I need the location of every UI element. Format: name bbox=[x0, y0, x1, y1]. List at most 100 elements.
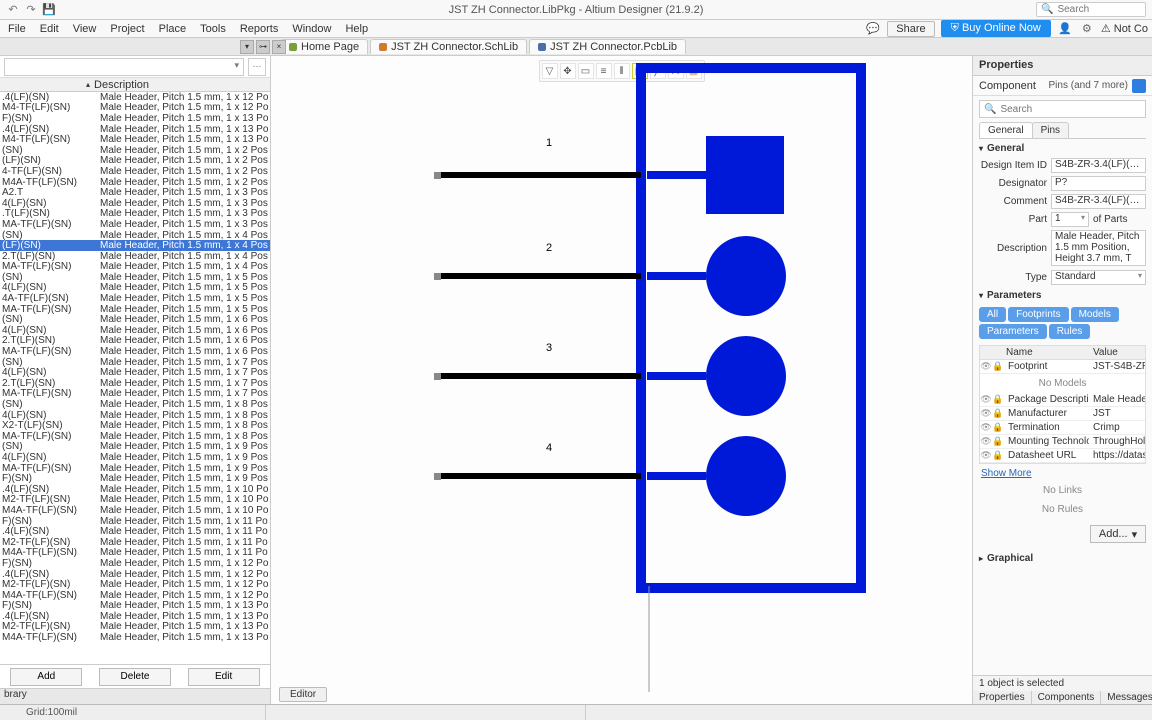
menu-reports[interactable]: Reports bbox=[240, 23, 279, 35]
menu-place[interactable]: Place bbox=[159, 23, 187, 35]
component-row[interactable]: 2.T(LF)(SN)Male Header, Pitch 1.5 mm, 1 … bbox=[0, 251, 270, 262]
component-row[interactable]: 4(LF)(SN)Male Header, Pitch 1.5 mm, 1 x … bbox=[0, 410, 270, 421]
component-row[interactable]: (SN)Male Header, Pitch 1.5 mm, 1 x 2 Pos… bbox=[0, 145, 270, 156]
pins-link[interactable]: Pins (and 7 more) bbox=[1049, 80, 1128, 91]
chat-icon[interactable]: 💬 bbox=[865, 21, 881, 37]
menu-edit[interactable]: Edit bbox=[40, 23, 59, 35]
parameter-row[interactable]: 👁🔒ManufacturerJST bbox=[980, 407, 1145, 421]
component-row[interactable]: 4-TF(LF)(SN)Male Header, Pitch 1.5 mm, 1… bbox=[0, 166, 270, 177]
delete-component-button[interactable]: Delete bbox=[99, 668, 171, 686]
pill-rules[interactable]: Rules bbox=[1049, 324, 1091, 339]
parameter-row[interactable]: 👁🔒Package DescriptionMale Header, bbox=[980, 393, 1145, 407]
component-row[interactable]: MA-TF(LF)(SN)Male Header, Pitch 1.5 mm, … bbox=[0, 304, 270, 315]
doc-tab-home[interactable]: Home Page bbox=[280, 39, 368, 54]
component-row[interactable]: .4(LF)(SN)Male Header, Pitch 1.5 mm, 1 x… bbox=[0, 484, 270, 495]
component-row[interactable]: .4(LF)(SN)Male Header, Pitch 1.5 mm, 1 x… bbox=[0, 124, 270, 135]
properties-search[interactable]: 🔍 bbox=[979, 100, 1146, 118]
section-parameters[interactable]: Parameters bbox=[979, 290, 1146, 301]
component-row[interactable]: (SN)Male Header, Pitch 1.5 mm, 1 x 7 Pos… bbox=[0, 357, 270, 368]
component-row[interactable]: MA-TF(LF)(SN)Male Header, Pitch 1.5 mm, … bbox=[0, 463, 270, 474]
menu-file[interactable]: File bbox=[8, 23, 26, 35]
component-row[interactable]: MA-TF(LF)(SN)Male Header, Pitch 1.5 mm, … bbox=[0, 262, 270, 273]
pill-models[interactable]: Models bbox=[1071, 307, 1119, 322]
component-row[interactable]: M4A-TF(LF)(SN)Male Header, Pitch 1.5 mm,… bbox=[0, 177, 270, 188]
component-row[interactable]: M2-TF(LF)(SN)Male Header, Pitch 1.5 mm, … bbox=[0, 495, 270, 506]
doc-tab-pcb[interactable]: JST ZH Connector.PcbLib bbox=[529, 39, 686, 54]
gear-icon[interactable]: ⚙ bbox=[1079, 21, 1095, 37]
component-row[interactable]: M4A-TF(LF)(SN)Male Header, Pitch 1.5 mm,… bbox=[0, 632, 270, 643]
component-row[interactable]: M4-TF(LF)(SN)Male Header, Pitch 1.5 mm, … bbox=[0, 103, 270, 114]
parameter-row[interactable]: 👁🔒TerminationCrimp bbox=[980, 421, 1145, 435]
editor-tab[interactable]: Editor bbox=[279, 687, 327, 702]
show-more-link[interactable]: Show More bbox=[981, 468, 1144, 479]
parameter-row[interactable]: 👁🔒Mounting TechnologyThroughHole bbox=[980, 435, 1145, 449]
parameter-row[interactable]: 👁🔒Datasheet URLhttps://datash bbox=[980, 449, 1145, 463]
component-row[interactable]: M2-TF(LF)(SN)Male Header, Pitch 1.5 mm, … bbox=[0, 622, 270, 633]
menu-help[interactable]: Help bbox=[345, 23, 368, 35]
component-filter-combo[interactable] bbox=[4, 58, 244, 76]
edit-component-button[interactable]: Edit bbox=[188, 668, 260, 686]
component-row[interactable]: 2.T(LF)(SN)Male Header, Pitch 1.5 mm, 1 … bbox=[0, 378, 270, 389]
component-row[interactable]: M4A-TF(LF)(SN)Male Header, Pitch 1.5 mm,… bbox=[0, 590, 270, 601]
component-row[interactable]: MA-TF(LF)(SN)Male Header, Pitch 1.5 mm, … bbox=[0, 346, 270, 357]
component-row[interactable]: .4(LF)(SN)Male Header, Pitch 1.5 mm, 1 x… bbox=[0, 569, 270, 580]
component-row[interactable]: .T(LF)(SN)Male Header, Pitch 1.5 mm, 1 x… bbox=[0, 209, 270, 220]
component-row[interactable]: (SN)Male Header, Pitch 1.5 mm, 1 x 4 Pos… bbox=[0, 230, 270, 241]
component-row[interactable]: F)(SN)Male Header, Pitch 1.5 mm, 1 x 9 P… bbox=[0, 473, 270, 484]
component-row[interactable]: F)(SN)Male Header, Pitch 1.5 mm, 1 x 13 … bbox=[0, 601, 270, 612]
component-row[interactable]: 2.T(LF)(SN)Male Header, Pitch 1.5 mm, 1 … bbox=[0, 336, 270, 347]
pill-parameters[interactable]: Parameters bbox=[979, 324, 1047, 339]
component-row[interactable]: 4A-TF(LF)(SN)Male Header, Pitch 1.5 mm, … bbox=[0, 293, 270, 304]
global-search[interactable]: 🔍 bbox=[1036, 2, 1146, 17]
panel-close-icon[interactable]: × bbox=[272, 40, 286, 54]
field-design-item-id[interactable]: S4B-ZR-3.4(LF)(SN) bbox=[1051, 158, 1146, 173]
field-type[interactable]: Standard bbox=[1051, 270, 1146, 285]
field-description[interactable]: Male Header, Pitch 1.5 mm Position, Heig… bbox=[1051, 230, 1146, 266]
redo-icon[interactable]: ↷ bbox=[24, 3, 38, 17]
component-row[interactable]: MA-TF(LF)(SN)Male Header, Pitch 1.5 mm, … bbox=[0, 431, 270, 442]
component-row[interactable]: F)(SN)Male Header, Pitch 1.5 mm, 1 x 12 … bbox=[0, 558, 270, 569]
save-icon[interactable]: 💾 bbox=[42, 3, 56, 17]
tab-pins[interactable]: Pins bbox=[1032, 122, 1069, 138]
panel-tab-components[interactable]: Components bbox=[1032, 691, 1102, 704]
component-row[interactable]: M2-TF(LF)(SN)Male Header, Pitch 1.5 mm, … bbox=[0, 579, 270, 590]
section-general[interactable]: General bbox=[979, 143, 1146, 154]
component-row[interactable]: MA-TF(LF)(SN)Male Header, Pitch 1.5 mm, … bbox=[0, 219, 270, 230]
component-row[interactable]: (LF)(SN)Male Header, Pitch 1.5 mm, 1 x 2… bbox=[0, 156, 270, 167]
parameter-row[interactable]: 👁🔒FootprintJST-S4B-ZR-… bbox=[980, 360, 1145, 374]
pill-footprints[interactable]: Footprints bbox=[1008, 307, 1068, 322]
component-row[interactable]: 4(LF)(SN)Male Header, Pitch 1.5 mm, 1 x … bbox=[0, 367, 270, 378]
field-designator[interactable]: P? bbox=[1051, 176, 1146, 191]
section-graphical[interactable]: Graphical bbox=[979, 553, 1146, 564]
schematic-canvas[interactable]: ▽ ✥ ▭ ≡ ⫴ ◧ ╱ A ▦ bbox=[271, 56, 972, 704]
component-row[interactable]: (SN)Male Header, Pitch 1.5 mm, 1 x 6 Pos… bbox=[0, 314, 270, 325]
component-row[interactable]: M4-TF(LF)(SN)Male Header, Pitch 1.5 mm, … bbox=[0, 134, 270, 145]
component-row[interactable]: M2-TF(LF)(SN)Male Header, Pitch 1.5 mm, … bbox=[0, 537, 270, 548]
component-row[interactable]: 4(LF)(SN)Male Header, Pitch 1.5 mm, 1 x … bbox=[0, 452, 270, 463]
undo-icon[interactable]: ↶ bbox=[6, 3, 20, 17]
component-row[interactable]: F)(SN)Male Header, Pitch 1.5 mm, 1 x 13 … bbox=[0, 113, 270, 124]
panel-tab-properties[interactable]: Properties bbox=[973, 691, 1032, 704]
component-row[interactable]: MA-TF(LF)(SN)Male Header, Pitch 1.5 mm, … bbox=[0, 389, 270, 400]
component-row[interactable]: .4(LF)(SN)Male Header, Pitch 1.5 mm, 1 x… bbox=[0, 526, 270, 537]
component-row[interactable]: (SN)Male Header, Pitch 1.5 mm, 1 x 5 Pos… bbox=[0, 272, 270, 283]
panel-pin-icon[interactable]: ⊶ bbox=[256, 40, 270, 54]
menu-view[interactable]: View bbox=[73, 23, 97, 35]
menu-window[interactable]: Window bbox=[292, 23, 331, 35]
share-button[interactable]: Share bbox=[887, 21, 934, 37]
component-list[interactable]: .4(LF)(SN)Male Header, Pitch 1.5 mm, 1 x… bbox=[0, 92, 270, 664]
library-tab[interactable]: brary bbox=[0, 688, 270, 704]
component-row[interactable]: 4(LF)(SN)Male Header, Pitch 1.5 mm, 1 x … bbox=[0, 198, 270, 209]
pins-count-badge[interactable] bbox=[1132, 79, 1146, 93]
component-row[interactable]: F)(SN)Male Header, Pitch 1.5 mm, 1 x 11 … bbox=[0, 516, 270, 527]
component-row[interactable]: M4A-TF(LF)(SN)Male Header, Pitch 1.5 mm,… bbox=[0, 505, 270, 516]
tab-general[interactable]: General bbox=[979, 122, 1033, 138]
add-parameter-button[interactable]: Add...▾ bbox=[1090, 525, 1146, 543]
component-row[interactable]: (SN)Male Header, Pitch 1.5 mm, 1 x 9 Pos… bbox=[0, 442, 270, 453]
component-row[interactable]: 4(LF)(SN)Male Header, Pitch 1.5 mm, 1 x … bbox=[0, 325, 270, 336]
component-row[interactable]: .4(LF)(SN)Male Header, Pitch 1.5 mm, 1 x… bbox=[0, 611, 270, 622]
menu-project[interactable]: Project bbox=[110, 23, 144, 35]
component-row[interactable]: 4(LF)(SN)Male Header, Pitch 1.5 mm, 1 x … bbox=[0, 283, 270, 294]
properties-search-input[interactable] bbox=[1000, 104, 1141, 115]
menu-tools[interactable]: Tools bbox=[200, 23, 226, 35]
